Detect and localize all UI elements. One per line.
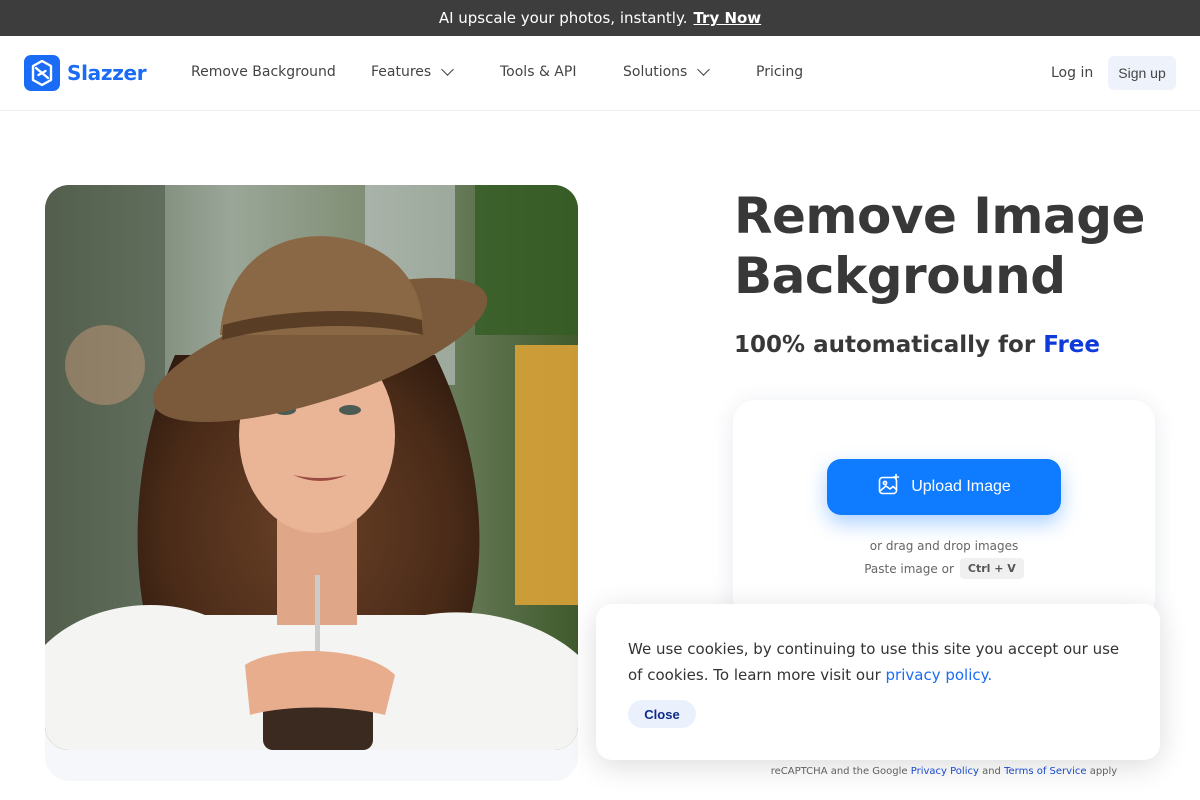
legal-prefix: reCAPTCHA and the Google xyxy=(770,766,908,777)
image-plus-icon xyxy=(877,473,901,502)
cookie-privacy-link[interactable]: privacy policy. xyxy=(886,666,993,684)
try-now-link[interactable]: Try Now xyxy=(693,9,761,27)
login-link[interactable]: Log in xyxy=(1051,65,1093,81)
nav-label: Solutions xyxy=(623,64,688,80)
brand-name: Slazzer xyxy=(67,61,147,85)
nav-label: Features xyxy=(371,64,432,80)
terms-of-service-link[interactable]: Terms of Service xyxy=(1004,766,1086,777)
signup-button[interactable]: Sign up xyxy=(1108,56,1176,90)
announcement-text: AI upscale your photos, instantly. xyxy=(438,9,688,27)
recaptcha-notice: reCAPTCHA and the Google Privacy Policy … xyxy=(733,766,1155,777)
nav-label: Tools & API xyxy=(500,64,577,80)
drag-drop-hint: or drag and drop images xyxy=(869,539,1019,553)
subtitle-highlight: Free xyxy=(1043,332,1100,358)
paste-text: Paste image or xyxy=(864,561,954,576)
nav-remove-background[interactable]: Remove Background xyxy=(191,64,336,80)
nav-label: Pricing xyxy=(756,64,804,80)
upload-image-button[interactable]: Upload Image xyxy=(827,459,1061,515)
navbar: Slazzer Remove Background Features Tools… xyxy=(0,36,1200,111)
privacy-policy-link[interactable]: Privacy Policy xyxy=(911,766,979,777)
hero-title: Remove Image Background xyxy=(734,187,1145,305)
cookie-banner: We use cookies, by continuing to use thi… xyxy=(596,604,1160,760)
logo[interactable]: Slazzer xyxy=(24,55,147,91)
chevron-down-icon xyxy=(441,63,455,76)
legal-and: and xyxy=(982,766,1001,777)
hero-photo xyxy=(45,185,578,750)
upload-button-label: Upload Image xyxy=(911,478,1011,495)
nav-tools-api[interactable]: Tools & API xyxy=(500,64,576,80)
paste-shortcut: Ctrl + V xyxy=(959,558,1024,579)
subtitle-text: 100% automatically for xyxy=(734,332,1036,358)
cookie-close-button[interactable]: Close xyxy=(628,700,696,728)
nav-pricing[interactable]: Pricing xyxy=(756,64,803,80)
nav-label: Remove Background xyxy=(191,64,336,80)
nav-solutions[interactable]: Solutions xyxy=(623,63,711,80)
chevron-down-icon xyxy=(697,63,711,76)
announcement-bar: AI upscale your photos, instantly. Try N… xyxy=(0,0,1200,36)
slazzer-logo-icon xyxy=(24,55,60,91)
cookie-message: We use cookies, by continuing to use thi… xyxy=(628,636,1128,688)
cookie-text: We use cookies, by continuing to use thi… xyxy=(628,640,1120,684)
paste-hint: Paste image or Ctrl + V xyxy=(733,558,1155,579)
legal-suffix: apply xyxy=(1089,766,1118,777)
nav-features[interactable]: Features xyxy=(371,63,455,80)
hero-subtitle: 100% automatically for Free xyxy=(734,332,1100,358)
